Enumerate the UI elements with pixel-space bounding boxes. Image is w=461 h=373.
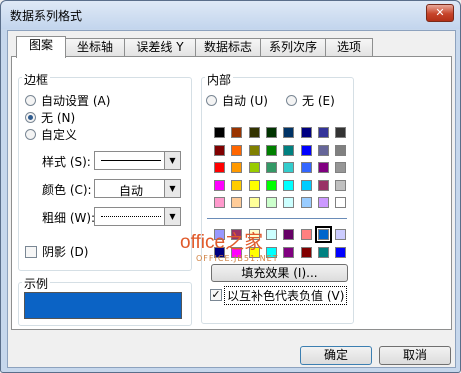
color-swatch[interactable] (300, 127, 312, 138)
palette-divider (207, 218, 347, 219)
tab-error-bars-y[interactable]: 误差线 Y (124, 38, 196, 56)
color-swatch[interactable] (317, 179, 329, 191)
color-swatch[interactable] (335, 197, 347, 208)
radio-area-auto-label: 自动 (U) (222, 94, 268, 108)
color-swatch[interactable] (283, 246, 295, 258)
color-swatch[interactable] (265, 162, 277, 173)
window-title: 数据系列格式 (10, 9, 83, 23)
border-weight-select[interactable]: ▼ (94, 207, 181, 226)
border-weight-label: 粗细 (W): (42, 211, 96, 225)
dialog-client: 图案 坐标轴 误差线 Y 数据标志 系列次序 选项 边框 自动设置 (A) 无 … (7, 30, 456, 368)
close-button[interactable]: ✕ (426, 4, 454, 22)
color-swatch[interactable] (283, 127, 295, 138)
sample-label: 示例 (22, 275, 51, 292)
chevron-down-icon[interactable]: ▼ (164, 180, 180, 197)
color-swatch[interactable] (335, 144, 347, 156)
color-swatch[interactable] (265, 179, 277, 191)
color-swatch[interactable] (214, 162, 225, 173)
tab-options[interactable]: 选项 (325, 38, 373, 56)
color-swatch[interactable] (248, 127, 260, 138)
radio-border-auto[interactable] (25, 95, 36, 106)
color-swatch[interactable] (283, 162, 295, 173)
radio-border-auto-label: 自动设置 (A) (41, 94, 111, 108)
line-style-preview (101, 160, 161, 161)
color-swatch[interactable] (335, 162, 347, 173)
color-swatch[interactable] (335, 246, 347, 258)
sample-preview (24, 292, 182, 319)
color-swatch[interactable] (265, 197, 277, 208)
color-swatch[interactable] (231, 197, 243, 208)
tab-series-order[interactable]: 系列次序 (260, 38, 326, 56)
cancel-button[interactable]: 取消 (379, 346, 451, 365)
invert-negative-checkbox[interactable]: ✓ (210, 289, 222, 301)
color-swatch[interactable] (231, 179, 243, 191)
dialog-window: 数据系列格式 ✕ 图案 坐标轴 误差线 Y 数据标志 系列次序 选项 边框 自动… (0, 0, 461, 373)
color-swatch[interactable] (214, 144, 225, 156)
color-swatch[interactable] (317, 197, 329, 208)
watermark-brand: office (180, 232, 226, 253)
color-swatch[interactable] (283, 179, 295, 191)
radio-area-auto[interactable] (206, 95, 217, 106)
color-swatch[interactable] (248, 144, 260, 156)
color-swatch[interactable] (248, 197, 260, 208)
tab-pattern[interactable]: 图案 (16, 36, 66, 58)
color-swatch[interactable] (265, 127, 277, 138)
color-swatch[interactable] (300, 229, 312, 240)
color-swatch[interactable] (335, 179, 347, 191)
color-swatch[interactable] (214, 127, 225, 138)
color-swatch[interactable] (300, 162, 312, 173)
area-group-label: 内部 (205, 71, 234, 88)
shadow-label: 阴影 (D) (42, 245, 89, 259)
color-swatch[interactable] (214, 179, 225, 191)
border-style-label: 样式 (S): (42, 155, 91, 169)
color-swatch[interactable] (300, 144, 312, 156)
color-swatch[interactable] (335, 127, 347, 138)
shadow-checkbox[interactable] (25, 246, 37, 258)
color-swatch[interactable] (317, 162, 329, 173)
color-swatch[interactable] (300, 197, 312, 208)
border-color-label: 颜色 (C): (42, 183, 92, 197)
title-bar[interactable]: 数据系列格式 ✕ (1, 1, 460, 29)
border-group-label: 边框 (22, 71, 51, 88)
color-swatch[interactable] (300, 179, 312, 191)
border-color-value: 自动 (119, 184, 144, 198)
radio-border-custom-label: 自定义 (41, 128, 78, 142)
color-swatch[interactable] (248, 162, 260, 173)
radio-area-none-label: 无 (E) (302, 94, 335, 108)
border-color-select[interactable]: 自动 ▼ (94, 179, 181, 198)
color-swatch[interactable] (214, 197, 225, 208)
color-swatch[interactable] (335, 229, 347, 240)
tab-data-labels[interactable]: 数据标志 (195, 38, 261, 56)
color-swatch[interactable] (283, 229, 295, 240)
ok-button[interactable]: 确定 (300, 346, 372, 365)
color-swatch[interactable] (283, 197, 295, 208)
color-swatch[interactable] (283, 144, 295, 156)
invert-negative-label: 以互补色代表负值 (V) (224, 286, 348, 305)
watermark-url: OFFICE.JB51.NET (196, 254, 279, 263)
border-style-select[interactable]: ▼ (94, 151, 181, 170)
chevron-down-icon[interactable]: ▼ (164, 152, 180, 169)
fill-effects-button[interactable]: 填充效果 (I)... (211, 264, 348, 282)
color-swatch[interactable] (231, 162, 243, 173)
color-swatch[interactable] (317, 246, 329, 258)
color-swatch[interactable] (231, 144, 243, 156)
radio-border-none[interactable] (25, 112, 36, 123)
radio-border-custom[interactable] (25, 129, 36, 140)
color-swatch[interactable] (248, 179, 260, 191)
watermark-brand-suffix: 之家 (225, 231, 264, 253)
color-swatch[interactable] (317, 127, 329, 138)
line-weight-preview (101, 216, 161, 217)
color-swatch[interactable] (317, 144, 329, 156)
tab-axis[interactable]: 坐标轴 (65, 38, 125, 56)
site-watermark: office之家 OFFICE.JB51.NET (180, 227, 279, 263)
color-swatch[interactable] (300, 246, 312, 258)
color-swatch[interactable] (314, 226, 332, 243)
chevron-down-icon[interactable]: ▼ (164, 208, 180, 225)
radio-area-none[interactable] (286, 95, 297, 106)
radio-border-none-label: 无 (N) (41, 111, 76, 125)
tab-panel-pattern: 边框 自动设置 (A) 无 (N) 自定义 样式 (S): ▼ 颜色 (C): … (11, 56, 452, 330)
color-swatch[interactable] (265, 144, 277, 156)
color-swatch[interactable] (231, 127, 243, 138)
